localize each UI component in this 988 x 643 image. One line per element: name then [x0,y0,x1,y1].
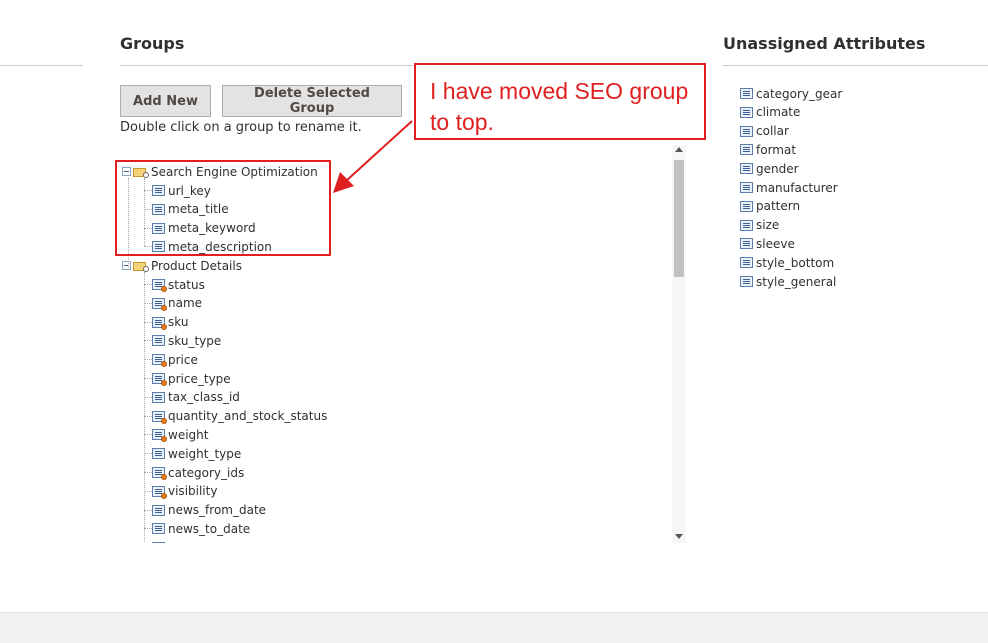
unassigned-attribute-item[interactable]: format [740,140,796,159]
unassigned-attribute-label: pattern [756,199,801,214]
unassigned-attribute-item[interactable]: pattern [740,197,800,216]
unassigned-attribute-item[interactable]: gender [740,159,799,178]
attribute-icon [740,125,753,137]
unassigned-attribute-label: gender [756,161,799,176]
attribute-icon [740,182,753,193]
unassigned-attribute-label: category_gear [756,86,843,101]
unassigned-attribute-item[interactable]: category_gear [740,84,842,103]
attribute-icon [740,238,753,250]
attribute-icon [740,144,753,156]
unassigned-attribute-label: format [756,142,797,157]
unassigned-attribute-label: manufacturer [756,180,838,195]
attribute-icon [740,219,753,231]
unassigned-attribute-label: size [756,218,780,233]
unassigned-divider [723,65,988,66]
unassigned-attribute-label: style_general [756,274,837,289]
unassigned-attribute-item[interactable]: style_bottom [740,253,834,272]
unassigned-attribute-item[interactable]: collar [740,122,789,141]
attribute-icon [740,200,753,212]
attribute-icon [740,106,753,118]
attribute-icon [740,88,753,99]
attribute-icon [740,257,753,269]
unassigned-attributes-title: Unassigned Attributes [723,34,926,53]
attribute-icon [740,163,753,175]
attribute-icon [740,276,753,287]
unassigned-attribute-item[interactable]: style_general [740,272,836,291]
unassigned-attribute-label: climate [756,105,801,120]
unassigned-attribute-label: style_bottom [756,255,835,270]
unassigned-attribute-label: collar [756,124,789,139]
unassigned-attribute-item[interactable]: sleeve [740,234,795,253]
unassigned-attribute-label: sleeve [756,236,795,251]
page-footer [0,612,988,643]
unassigned-attribute-item[interactable]: size [740,216,779,235]
unassigned-attribute-item[interactable]: climate [740,103,800,122]
unassigned-attribute-item[interactable]: manufacturer [740,178,838,197]
